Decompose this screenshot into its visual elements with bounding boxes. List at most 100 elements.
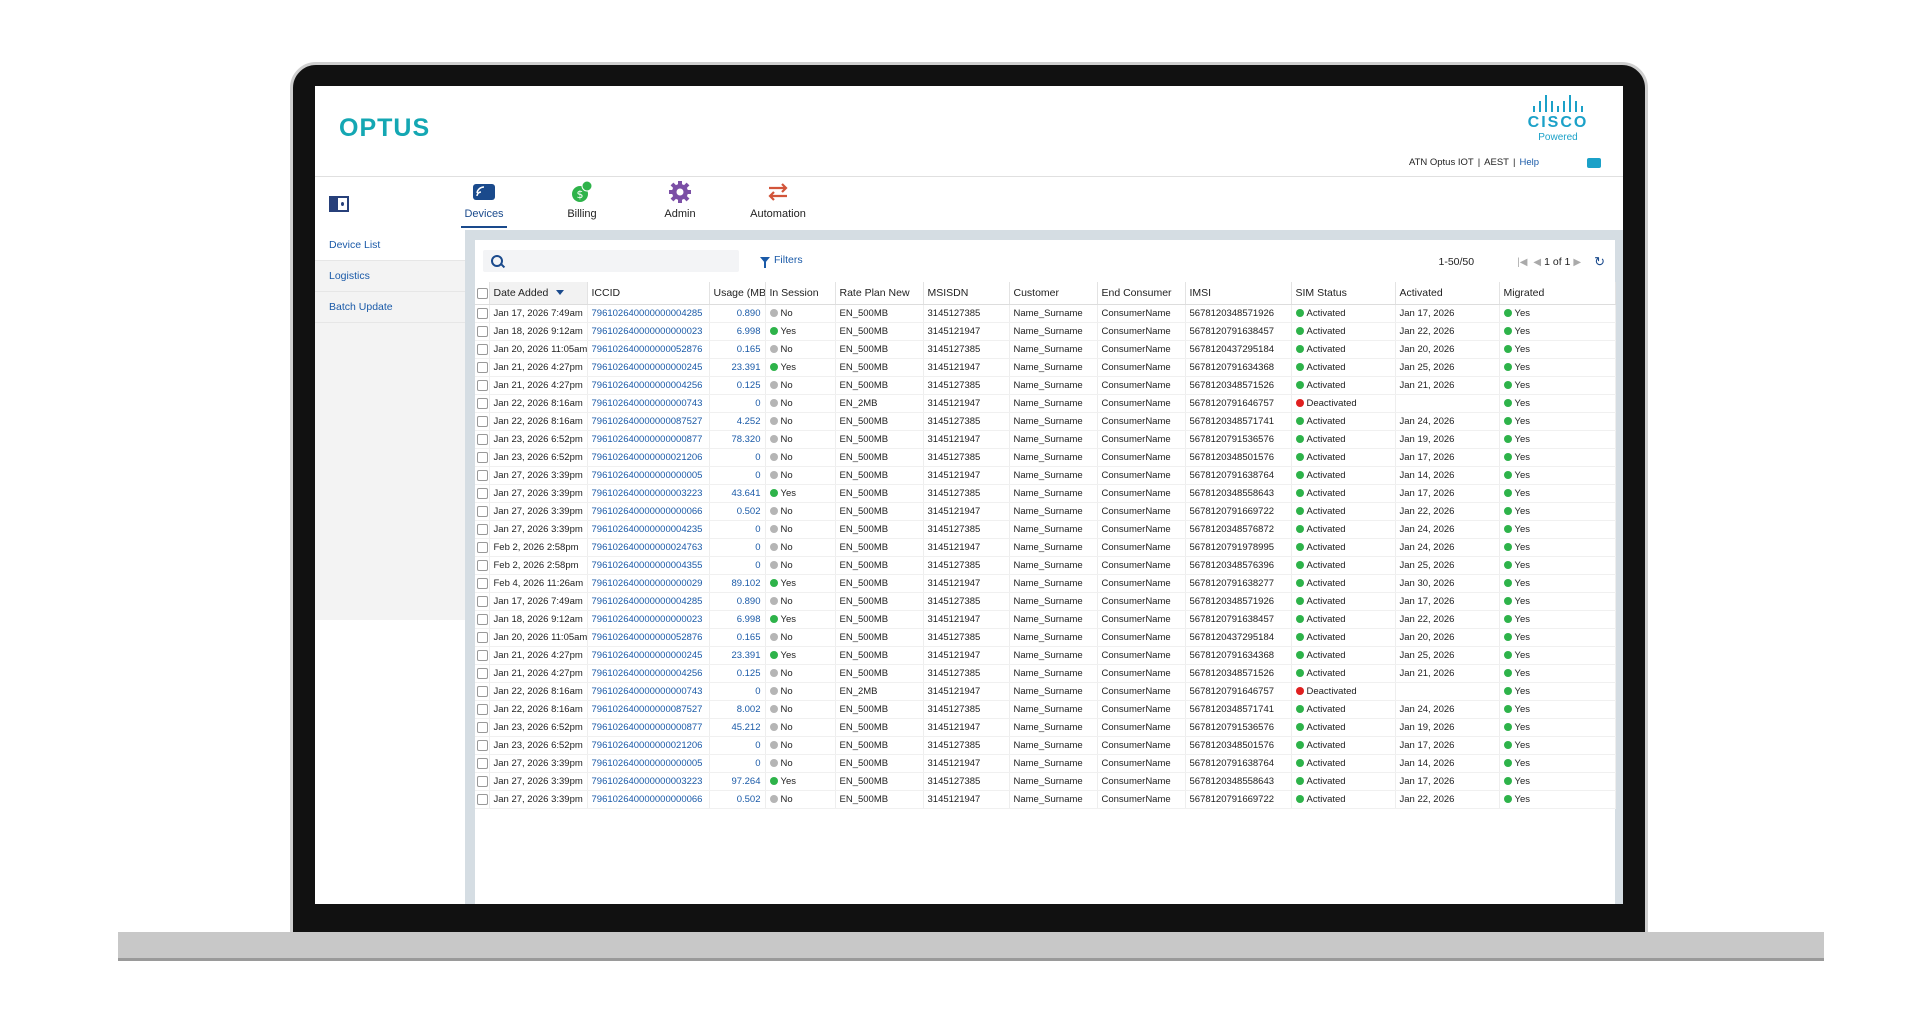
cell-iccid[interactable]: 796102640000000000743 [587, 394, 710, 413]
col-sim-status[interactable]: SIM Status [1291, 282, 1396, 305]
row-checkbox[interactable] [477, 577, 488, 589]
cell-iccid[interactable]: 796102640000000052876 [587, 340, 710, 359]
cell-iccid[interactable]: 796102640000000004256 [587, 376, 710, 395]
row-checkbox[interactable] [477, 559, 488, 571]
cell-iccid[interactable]: 796102640000000000005 [587, 754, 710, 773]
cell-iccid[interactable]: 796102640000000087527 [587, 700, 710, 719]
row-checkbox[interactable] [477, 361, 488, 373]
row-checkbox[interactable] [477, 703, 488, 715]
col-rate-plan[interactable]: Rate Plan New [835, 282, 924, 305]
col-migrated[interactable]: Migrated [1499, 282, 1616, 305]
cell-iccid[interactable]: 796102640000000021206 [587, 736, 710, 755]
cell-iccid[interactable]: 796102640000000003223 [587, 484, 710, 503]
table-row[interactable]: Jan 18, 2026 9:12am 796102640000000000023… [475, 322, 1616, 341]
nav-admin[interactable]: Admin [631, 180, 729, 226]
first-page-icon[interactable]: |◀ [1517, 257, 1527, 268]
select-all-checkbox[interactable] [477, 287, 488, 299]
table-row[interactable]: Jan 23, 2026 6:52pm 796102640000000000877… [475, 430, 1616, 449]
row-checkbox[interactable] [477, 433, 488, 445]
cell-iccid[interactable]: 796102640000000021206 [587, 448, 710, 467]
cell-iccid[interactable]: 796102640000000000005 [587, 466, 710, 485]
table-row[interactable]: Jan 27, 2026 3:39pm 796102640000000000066… [475, 790, 1616, 809]
table-row[interactable]: Jan 22, 2026 8:16am 796102640000000000743… [475, 394, 1616, 413]
row-checkbox[interactable] [477, 379, 488, 391]
next-page-icon[interactable]: ▶ [1573, 257, 1581, 268]
filters-button[interactable]: Filters [760, 254, 803, 268]
table-row[interactable]: Jan 27, 2026 3:39pm 796102640000000004235… [475, 520, 1616, 539]
table-row[interactable]: Jan 22, 2026 8:16am 796102640000000087527… [475, 700, 1616, 719]
row-checkbox[interactable] [477, 649, 488, 661]
cell-iccid[interactable]: 796102640000000000877 [587, 718, 710, 737]
table-row[interactable]: Jan 18, 2026 9:12am 796102640000000000023… [475, 610, 1616, 629]
row-checkbox[interactable] [477, 775, 488, 787]
row-checkbox[interactable] [477, 721, 488, 733]
row-checkbox[interactable] [477, 757, 488, 769]
table-row[interactable]: Jan 27, 2026 3:39pm 796102640000000003223… [475, 772, 1616, 791]
sidebar-item-batch-update[interactable]: Batch Update [315, 292, 465, 323]
nav-automation[interactable]: Automation [729, 180, 827, 226]
col-iccid[interactable]: ICCID [587, 282, 710, 305]
refresh-icon[interactable]: ↻ [1594, 254, 1605, 270]
col-in-session[interactable]: In Session [765, 282, 836, 305]
table-row[interactable]: Feb 2, 2026 2:58pm 796102640000000024763 0… [475, 538, 1616, 557]
cell-iccid[interactable]: 796102640000000000023 [587, 610, 710, 629]
help-link[interactable]: Help [1519, 157, 1539, 168]
nav-devices[interactable]: Devices [435, 180, 533, 228]
sidebar-item-logistics[interactable]: Logistics [315, 261, 465, 292]
row-checkbox[interactable] [477, 631, 488, 643]
row-checkbox[interactable] [477, 451, 488, 463]
row-checkbox[interactable] [477, 505, 488, 517]
table-row[interactable]: Jan 20, 2026 11:05am 79610264000000005287… [475, 628, 1616, 647]
table-row[interactable]: Jan 23, 2026 6:52pm 796102640000000000877… [475, 718, 1616, 737]
table-row[interactable]: Jan 21, 2026 4:27pm 796102640000000000245… [475, 646, 1616, 665]
col-date-added[interactable]: Date Added [489, 282, 588, 305]
cell-iccid[interactable]: 796102640000000000877 [587, 430, 710, 449]
col-customer[interactable]: Customer [1009, 282, 1098, 305]
table-row[interactable]: Jan 23, 2026 6:52pm 796102640000000021206… [475, 736, 1616, 755]
cell-iccid[interactable]: 796102640000000004285 [587, 304, 710, 323]
sidebar-item-device-list[interactable]: Device List [315, 230, 465, 261]
row-checkbox[interactable] [477, 397, 488, 409]
cell-iccid[interactable]: 796102640000000000023 [587, 322, 710, 341]
row-checkbox[interactable] [477, 343, 488, 355]
row-checkbox[interactable] [477, 739, 488, 751]
cell-iccid[interactable]: 796102640000000052876 [587, 628, 710, 647]
inbox-icon[interactable] [1587, 157, 1601, 168]
col-msisdn[interactable]: MSISDN [923, 282, 1010, 305]
table-row[interactable]: Jan 21, 2026 4:27pm 796102640000000004256… [475, 664, 1616, 683]
search-input[interactable] [483, 250, 739, 272]
sidebar-toggle-icon[interactable] [329, 196, 349, 212]
table-row[interactable]: Jan 23, 2026 6:52pm 796102640000000021206… [475, 448, 1616, 467]
cell-iccid[interactable]: 796102640000000000743 [587, 682, 710, 701]
col-activated[interactable]: Activated [1395, 282, 1500, 305]
cell-iccid[interactable]: 796102640000000000029 [587, 574, 710, 593]
table-row[interactable]: Jan 27, 2026 3:39pm 796102640000000003223… [475, 484, 1616, 503]
table-row[interactable]: Jan 17, 2026 7:49am 796102640000000004285… [475, 592, 1616, 611]
cell-iccid[interactable]: 796102640000000003223 [587, 772, 710, 791]
row-checkbox[interactable] [477, 595, 488, 607]
table-row[interactable]: Jan 27, 2026 3:39pm 796102640000000000066… [475, 502, 1616, 521]
table-row[interactable]: Jan 21, 2026 4:27pm 796102640000000004256… [475, 376, 1616, 395]
cell-iccid[interactable]: 796102640000000004285 [587, 592, 710, 611]
cell-iccid[interactable]: 796102640000000024763 [587, 538, 710, 557]
row-checkbox[interactable] [477, 487, 488, 499]
table-row[interactable]: Jan 27, 2026 3:39pm 796102640000000000005… [475, 466, 1616, 485]
row-checkbox[interactable] [477, 793, 488, 805]
col-imsi[interactable]: IMSI [1185, 282, 1292, 305]
cell-iccid[interactable]: 796102640000000004235 [587, 520, 710, 539]
cell-iccid[interactable]: 796102640000000000245 [587, 358, 710, 377]
row-checkbox[interactable] [477, 523, 488, 535]
row-checkbox[interactable] [477, 307, 488, 319]
row-checkbox[interactable] [477, 415, 488, 427]
table-row[interactable]: Jan 27, 2026 3:39pm 796102640000000000005… [475, 754, 1616, 773]
row-checkbox[interactable] [477, 325, 488, 337]
col-end-consumer[interactable]: End Consumer [1097, 282, 1186, 305]
nav-billing[interactable]: $ Billing [533, 180, 631, 226]
row-checkbox[interactable] [477, 667, 488, 679]
prev-page-icon[interactable]: ◀ [1533, 257, 1541, 268]
table-row[interactable]: Feb 4, 2026 11:26am 796102640000000000029… [475, 574, 1616, 593]
col-usage[interactable]: Usage (MB [709, 282, 766, 305]
row-checkbox[interactable] [477, 469, 488, 481]
table-row[interactable]: Jan 22, 2026 8:16am 796102640000000000743… [475, 682, 1616, 701]
cell-iccid[interactable]: 796102640000000087527 [587, 412, 710, 431]
